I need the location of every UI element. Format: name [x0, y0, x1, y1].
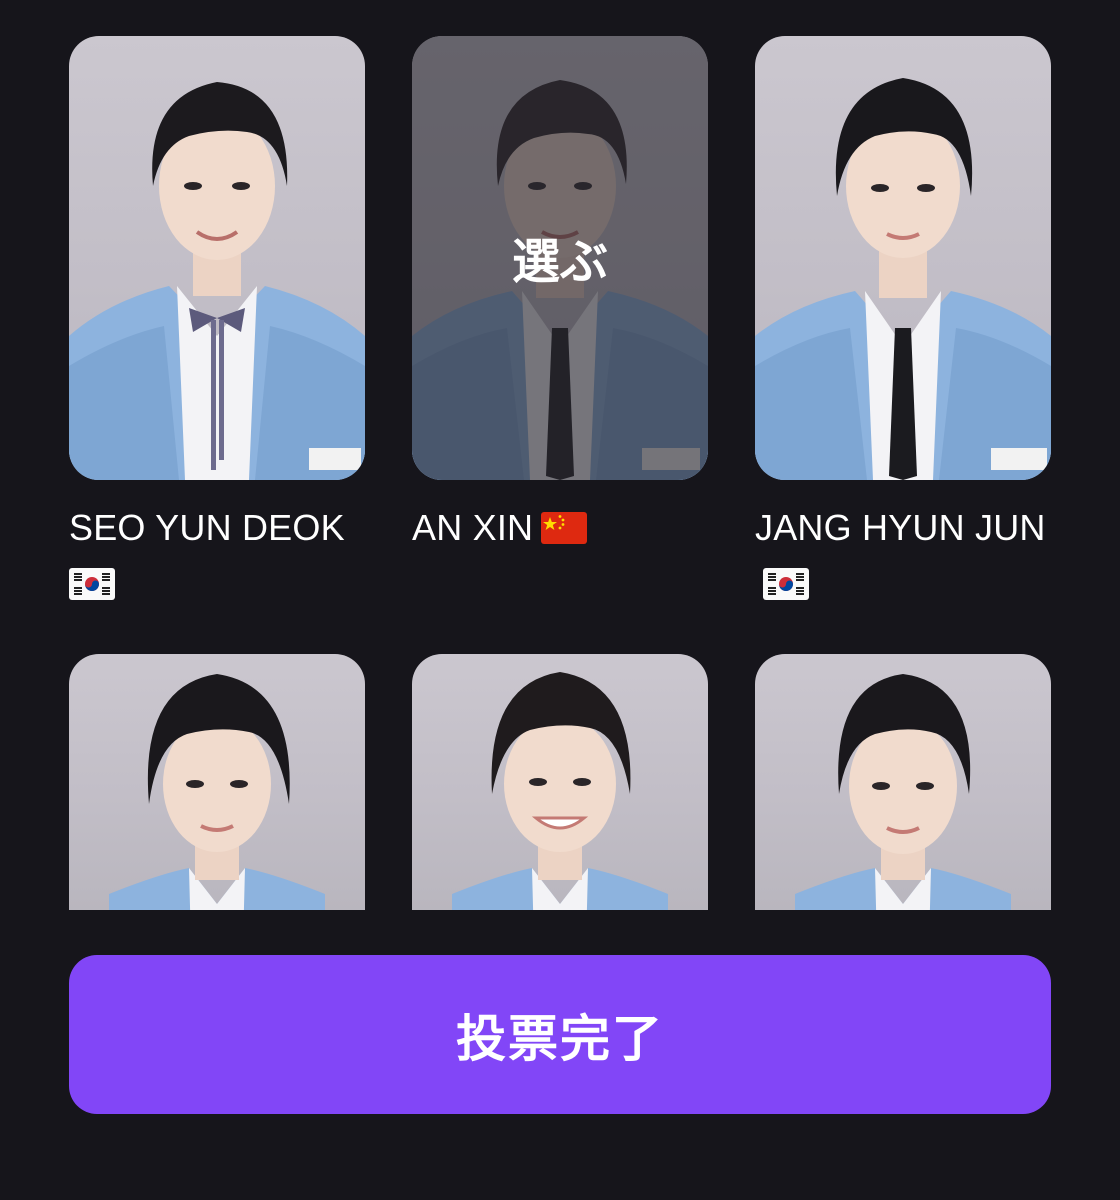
portrait-illustration [452, 672, 668, 910]
candidate-photo[interactable]: 選ぶ [412, 36, 708, 480]
candidate-card-seo-yun-deok[interactable]: SEO YUN DEOK [69, 36, 365, 612]
portrait-illustration [755, 78, 1051, 480]
portrait-illustration [69, 82, 365, 480]
candidate-card-6[interactable] [755, 654, 1051, 910]
korea-flag-icon [763, 568, 809, 600]
candidate-card-an-xin[interactable]: 選ぶ AN XIN [412, 36, 708, 556]
korea-flag-icon [69, 568, 115, 600]
candidate-name-row: SEO YUN DEOK [69, 500, 365, 612]
china-flag-icon [541, 512, 588, 544]
candidate-photo[interactable] [69, 654, 365, 910]
candidate-name: AN XIN [412, 507, 534, 548]
vote-complete-button[interactable]: 投票完了 [69, 955, 1051, 1114]
candidate-photo[interactable] [69, 36, 365, 480]
portrait-illustration [109, 674, 325, 910]
candidate-card-5[interactable] [412, 654, 708, 910]
candidate-name-row: JANG HYUN JUN [755, 500, 1051, 612]
candidate-name: JANG HYUN JUN [755, 507, 1046, 548]
candidate-card-4[interactable] [69, 654, 365, 910]
select-label: 選ぶ [511, 234, 608, 290]
candidate-photo[interactable] [412, 654, 708, 910]
candidate-photo[interactable] [755, 36, 1051, 480]
portrait-illustration [795, 674, 1011, 910]
select-overlay[interactable]: 選ぶ [412, 36, 708, 480]
candidate-photo[interactable] [755, 654, 1051, 910]
candidate-card-jang-hyun-jun[interactable]: JANG HYUN JUN [755, 36, 1051, 612]
candidate-name-row: AN XIN [412, 500, 708, 556]
candidate-name: SEO YUN DEOK [69, 507, 345, 548]
